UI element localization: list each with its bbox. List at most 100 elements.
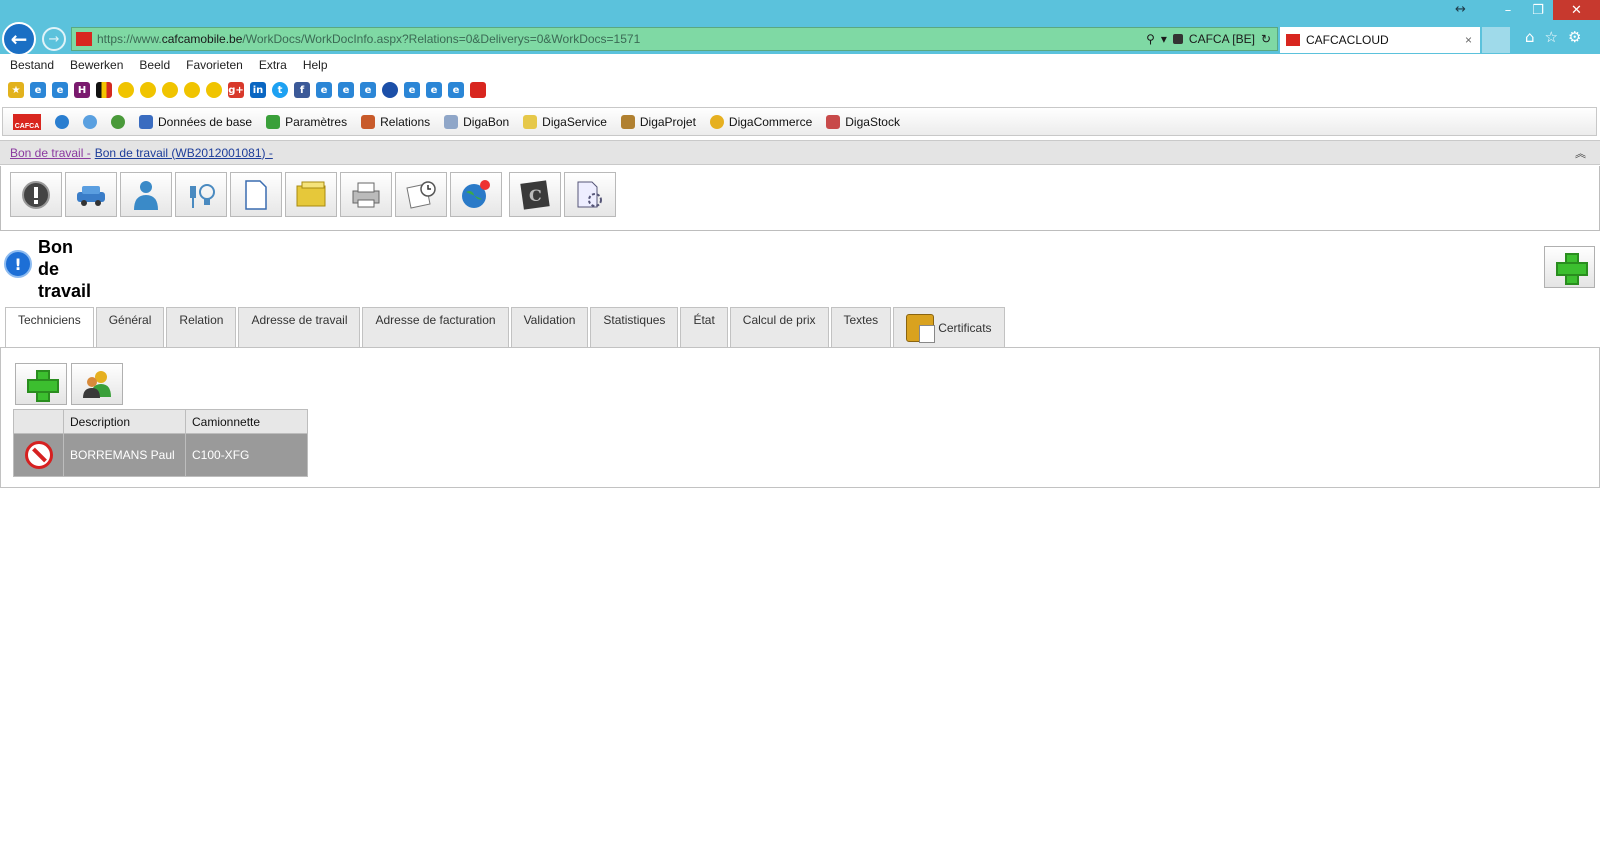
site-identity[interactable]: CAFCA [BE] [1189,32,1255,46]
resize-arrow-icon[interactable]: ↔ [1455,2,1466,17]
collapse-chevron-icon[interactable]: ︽ [1575,145,1586,161]
linkedin-icon[interactable]: in [250,82,266,98]
yellow-ball-icon[interactable] [140,82,156,98]
settings-gear-icon[interactable]: ⚙ [1568,28,1581,46]
ie-page-icon[interactable]: e [426,82,442,98]
ie-page-icon[interactable]: e [30,82,46,98]
tab-adresse-de-facturation[interactable]: Adresse de facturation [362,307,509,347]
vehicle-button[interactable] [65,172,117,217]
ie-page-icon[interactable]: e [448,82,464,98]
technician-button[interactable] [120,172,172,217]
sync-icon[interactable] [83,114,97,129]
google-plus-icon[interactable]: g+ [228,82,244,98]
toolbar-item-donnees-de-base[interactable]: Données de base [139,114,252,129]
facebook-icon[interactable]: f [294,82,310,98]
web-button[interactable] [450,172,502,217]
print-button[interactable] [340,172,392,217]
address-bar[interactable]: https://www.cafcamobile.be/WorkDocs/Work… [71,27,1278,51]
add-technician-button[interactable] [15,363,67,405]
globe-icon[interactable] [382,82,398,98]
ie-page-icon[interactable]: e [360,82,376,98]
delete-prohibited-icon[interactable] [24,441,53,469]
menu-beeld[interactable]: Beeld [139,58,170,72]
globe-icon[interactable] [55,114,69,129]
add-favorite-star-icon[interactable]: ★ [8,82,24,98]
lock-icon[interactable] [1172,34,1183,44]
dropdown-chevron-icon[interactable]: ▾ [1161,32,1167,46]
belgium-flag-icon[interactable] [96,82,112,98]
tab-adresse-de-travail[interactable]: Adresse de travail [238,307,361,347]
back-arrow-icon[interactable]: ← [2,22,36,56]
minimize-icon[interactable]: – [1493,0,1523,20]
toolbar-item-digaprojet[interactable]: DigaProjet [620,114,696,129]
tab-relation[interactable]: Relation [166,307,237,347]
select-technicians-button[interactable] [71,363,123,405]
app-toolbar: CAFCA Données de base Paramètres Relatio… [2,107,1597,136]
info-icon: ! [4,250,32,278]
menu-extra[interactable]: Extra [259,58,287,72]
delete-cell[interactable] [13,433,64,477]
tab-textes[interactable]: Textes [830,307,892,347]
toolbar-item-parametres[interactable]: Paramètres [266,114,347,129]
h-logo-icon[interactable]: H [74,82,90,98]
document-button[interactable] [230,172,282,217]
cafca-logo-icon[interactable] [470,82,486,98]
tab-validation[interactable]: Validation [510,307,589,347]
toolbar-item-digabon[interactable]: DigaBon [444,114,509,129]
breadcrumb-link-bon-de-travail[interactable]: Bon de travail - [10,146,91,160]
tab-close-icon[interactable]: × [1465,33,1472,47]
twitter-icon[interactable]: t [272,82,288,98]
add-workdoc-button[interactable] [1544,246,1595,288]
column-header-camionnette[interactable]: Camionnette [185,409,308,434]
tab-title: CAFCACLOUD [1306,33,1389,47]
technician-van[interactable]: C100-XFG [185,433,308,477]
yellow-ball-icon[interactable] [184,82,200,98]
cafca-button[interactable]: C [509,172,561,217]
toolbar-item-digaservice[interactable]: DigaService [523,114,607,129]
browser-tab[interactable]: CAFCACLOUD × [1280,27,1480,53]
restore-icon[interactable]: ❐ [1523,0,1553,20]
certificate-icon [906,313,936,343]
tab-general[interactable]: Général [95,307,165,347]
tab-certificats[interactable]: Certificats [893,307,1005,347]
document-settings-button[interactable] [564,172,616,217]
ie-page-icon[interactable]: e [338,82,354,98]
close-icon[interactable]: ✕ [1553,0,1600,20]
cafca-logo-icon[interactable]: CAFCA [13,113,41,130]
tab-techniciens[interactable]: Techniciens [5,307,94,348]
menu-favorieten[interactable]: Favorieten [186,58,243,72]
forward-arrow-icon[interactable]: → [42,27,66,51]
ie-page-icon[interactable]: e [404,82,420,98]
page-title-line: travail [38,281,92,301]
menu-bestand[interactable]: Bestand [10,58,54,72]
column-header-description[interactable]: Description [63,409,186,434]
yellow-ball-icon[interactable] [206,82,222,98]
tab-etat[interactable]: État [680,307,728,347]
tab-statistiques[interactable]: Statistiques [590,307,679,347]
folder-button[interactable] [285,172,337,217]
home-icon[interactable]: ⌂ [1525,28,1535,46]
yellow-ball-icon[interactable] [162,82,178,98]
tab-favicon-icon [1286,34,1300,46]
info-button[interactable] [10,172,62,217]
energy-button[interactable] [175,172,227,217]
search-icon[interactable]: ⚲ [1146,32,1155,46]
ie-page-icon[interactable]: e [316,82,332,98]
timesheet-button[interactable] [395,172,447,217]
yellow-ball-icon[interactable] [118,82,134,98]
favorites-star-icon[interactable]: ☆ [1545,28,1558,46]
new-tab-button[interactable] [1482,27,1510,53]
toolbar-item-relations[interactable]: Relations [361,114,430,129]
tab-calcul-de-prix[interactable]: Calcul de prix [729,307,829,347]
address-url[interactable]: https://www.cafcamobile.be/WorkDocs/Work… [97,32,640,46]
toolbar-item-digastock[interactable]: DigaStock [826,114,900,129]
ie-page-icon[interactable]: e [52,82,68,98]
refresh-icon[interactable]: ↻ [1261,32,1271,46]
menu-help[interactable]: Help [303,58,328,72]
technician-description[interactable]: BORREMANS Paul [63,433,186,477]
breadcrumb-link-current[interactable]: Bon de travail (WB2012001081) - [95,146,273,160]
table-row[interactable]: BORREMANS Paul C100-XFG [13,433,308,477]
menu-bewerken[interactable]: Bewerken [70,58,123,72]
toolbar-item-digacommerce[interactable]: DigaCommerce [709,114,812,129]
user-icon[interactable] [111,114,125,129]
